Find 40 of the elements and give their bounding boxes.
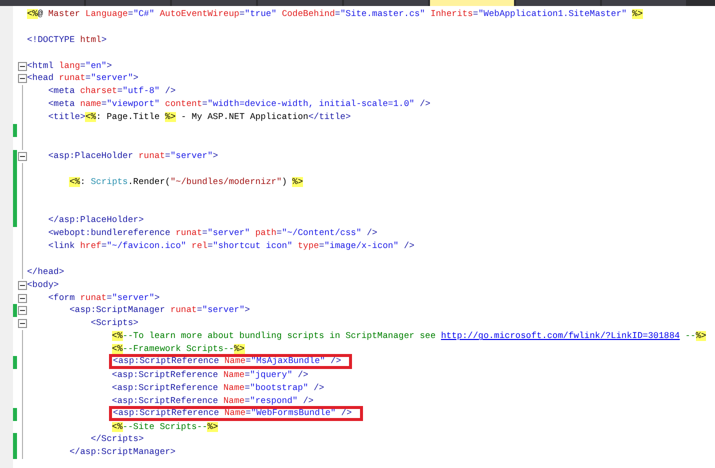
collapse-icon[interactable] [18, 62, 27, 71]
editor-tab[interactable] [172, 0, 256, 6]
code-line: <head runat="server"> [27, 72, 138, 86]
code-line: <form runat="server"> [47, 292, 160, 304]
code-line: <asp:ScriptReference Name="jquery" /> [110, 368, 308, 382]
code-line: </asp:PlaceHolder> [47, 214, 144, 228]
editor-tab[interactable] [258, 0, 342, 6]
code-line: <meta name="viewport" content="width=device-width, initial-scale=1.0" /> [47, 98, 430, 112]
code-line: <link href="~/favicon.ico" rel="shortcut icon" type="image/x-icon" /> [47, 240, 414, 253]
code-line: <html lang="en"> [27, 60, 112, 72]
code-line: <%--Framework Scripts--%> [110, 343, 245, 356]
collapse-icon[interactable] [18, 306, 27, 316]
code-line: <asp:ScriptManager runat="server"> [68, 304, 250, 318]
editor-tab[interactable] [0, 0, 84, 6]
highlighted-code-line: <asp:ScriptReference Name="MsAjaxBundle" /> [112, 357, 350, 366]
code-line: <meta charset="utf-8" /> [47, 85, 176, 98]
code-line: </head> [27, 266, 64, 279]
editor-tab[interactable] [344, 0, 428, 6]
collapse-icon[interactable] [18, 280, 27, 290]
editor-tab[interactable] [430, 0, 514, 6]
code-line: </Scripts> [90, 433, 144, 446]
code-line: <%: Scripts.Render("~/bundles/modernizr") %> [68, 176, 304, 188]
code-line: <asp:ScriptReference Name="bootstrap" /> [110, 382, 324, 395]
code-line: <%--Site Scripts--%> [110, 420, 218, 434]
collapse-icon[interactable] [18, 319, 27, 328]
code-line: <webopt:bundlereference runat="server" path="~/Content/css" /> [47, 227, 378, 240]
code-line: <!DOCTYPE html> [27, 34, 107, 47]
code-line: <title><%: Page.Title %> - My ASP.NET Application</title> [47, 111, 351, 124]
editor-tab[interactable] [86, 0, 170, 6]
collapse-icon[interactable] [18, 152, 27, 161]
code-line: <body> [27, 278, 59, 292]
code-line: </asp:ScriptManager> [68, 446, 176, 460]
code-line: <asp:ScriptReference Name="respond" /> [110, 394, 314, 408]
editor-tab[interactable] [516, 0, 600, 6]
collapse-icon[interactable] [18, 74, 27, 84]
editor-tab[interactable] [602, 0, 686, 6]
collapse-icon[interactable] [18, 294, 27, 303]
highlighted-code-line: <asp:ScriptReference Name="WebFormsBundle" /> [112, 408, 360, 418]
code-line: <Scripts> [90, 317, 138, 330]
code-line: <asp:PlaceHolder runat="server"> [47, 150, 218, 163]
